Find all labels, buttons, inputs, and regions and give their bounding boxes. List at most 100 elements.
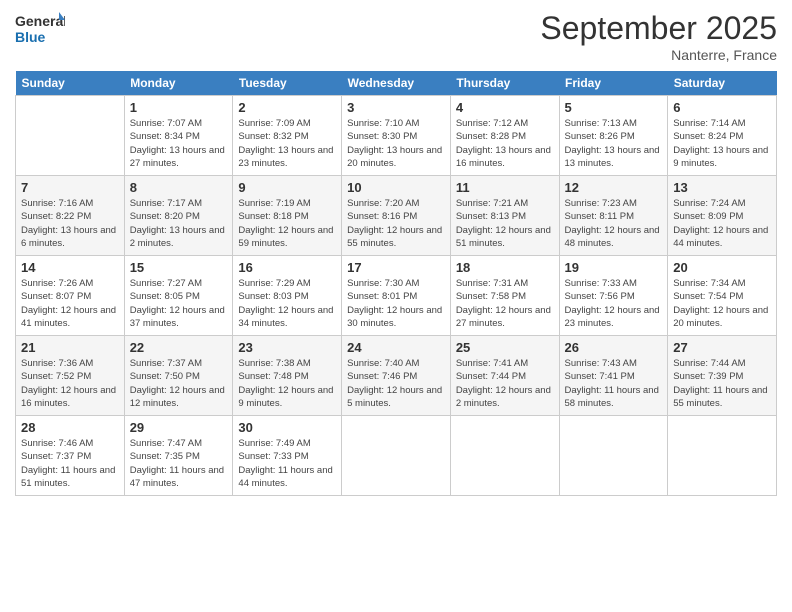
calendar-cell: 5 Sunrise: 7:13 AM Sunset: 8:26 PM Dayli… [559,96,668,176]
day-header-wednesday: Wednesday [342,71,451,96]
cell-info: Sunrise: 7:33 AM Sunset: 7:56 PM Dayligh… [565,277,663,330]
header-row: SundayMondayTuesdayWednesdayThursdayFrid… [16,71,777,96]
date-number: 14 [21,260,119,275]
calendar-cell: 19 Sunrise: 7:33 AM Sunset: 7:56 PM Dayl… [559,256,668,336]
title-block: September 2025 Nanterre, France [540,10,777,63]
calendar-cell: 24 Sunrise: 7:40 AM Sunset: 7:46 PM Dayl… [342,336,451,416]
date-number: 9 [238,180,336,195]
date-number: 25 [456,340,554,355]
calendar-cell: 23 Sunrise: 7:38 AM Sunset: 7:48 PM Dayl… [233,336,342,416]
day-header-tuesday: Tuesday [233,71,342,96]
calendar-cell: 11 Sunrise: 7:21 AM Sunset: 8:13 PM Dayl… [450,176,559,256]
calendar-cell: 26 Sunrise: 7:43 AM Sunset: 7:41 PM Dayl… [559,336,668,416]
day-header-sunday: Sunday [16,71,125,96]
calendar-cell: 6 Sunrise: 7:14 AM Sunset: 8:24 PM Dayli… [668,96,777,176]
calendar-cell: 12 Sunrise: 7:23 AM Sunset: 8:11 PM Dayl… [559,176,668,256]
date-number: 23 [238,340,336,355]
calendar-cell: 30 Sunrise: 7:49 AM Sunset: 7:33 PM Dayl… [233,416,342,496]
main-title: September 2025 [540,10,777,47]
calendar-cell: 9 Sunrise: 7:19 AM Sunset: 8:18 PM Dayli… [233,176,342,256]
day-header-saturday: Saturday [668,71,777,96]
calendar-cell [559,416,668,496]
cell-info: Sunrise: 7:21 AM Sunset: 8:13 PM Dayligh… [456,197,554,250]
calendar-cell [16,96,125,176]
cell-info: Sunrise: 7:47 AM Sunset: 7:35 PM Dayligh… [130,437,228,490]
calendar-cell: 15 Sunrise: 7:27 AM Sunset: 8:05 PM Dayl… [124,256,233,336]
date-number: 5 [565,100,663,115]
cell-info: Sunrise: 7:24 AM Sunset: 8:09 PM Dayligh… [673,197,771,250]
cell-info: Sunrise: 7:43 AM Sunset: 7:41 PM Dayligh… [565,357,663,410]
calendar-cell: 13 Sunrise: 7:24 AM Sunset: 8:09 PM Dayl… [668,176,777,256]
date-number: 30 [238,420,336,435]
calendar-cell: 14 Sunrise: 7:26 AM Sunset: 8:07 PM Dayl… [16,256,125,336]
calendar-cell [668,416,777,496]
calendar-cell: 4 Sunrise: 7:12 AM Sunset: 8:28 PM Dayli… [450,96,559,176]
header: General Blue September 2025 Nanterre, Fr… [15,10,777,63]
calendar-cell: 28 Sunrise: 7:46 AM Sunset: 7:37 PM Dayl… [16,416,125,496]
subtitle: Nanterre, France [540,47,777,63]
cell-info: Sunrise: 7:38 AM Sunset: 7:48 PM Dayligh… [238,357,336,410]
week-row-2: 7 Sunrise: 7:16 AM Sunset: 8:22 PM Dayli… [16,176,777,256]
date-number: 21 [21,340,119,355]
svg-text:Blue: Blue [15,29,46,45]
date-number: 29 [130,420,228,435]
date-number: 22 [130,340,228,355]
cell-info: Sunrise: 7:19 AM Sunset: 8:18 PM Dayligh… [238,197,336,250]
cell-info: Sunrise: 7:17 AM Sunset: 8:20 PM Dayligh… [130,197,228,250]
calendar-cell: 27 Sunrise: 7:44 AM Sunset: 7:39 PM Dayl… [668,336,777,416]
calendar-cell: 2 Sunrise: 7:09 AM Sunset: 8:32 PM Dayli… [233,96,342,176]
date-number: 4 [456,100,554,115]
date-number: 10 [347,180,445,195]
week-row-3: 14 Sunrise: 7:26 AM Sunset: 8:07 PM Dayl… [16,256,777,336]
date-number: 2 [238,100,336,115]
date-number: 11 [456,180,554,195]
date-number: 19 [565,260,663,275]
day-header-monday: Monday [124,71,233,96]
calendar-cell: 17 Sunrise: 7:30 AM Sunset: 8:01 PM Dayl… [342,256,451,336]
calendar-cell: 22 Sunrise: 7:37 AM Sunset: 7:50 PM Dayl… [124,336,233,416]
cell-info: Sunrise: 7:13 AM Sunset: 8:26 PM Dayligh… [565,117,663,170]
week-row-4: 21 Sunrise: 7:36 AM Sunset: 7:52 PM Dayl… [16,336,777,416]
cell-info: Sunrise: 7:26 AM Sunset: 8:07 PM Dayligh… [21,277,119,330]
calendar-cell: 18 Sunrise: 7:31 AM Sunset: 7:58 PM Dayl… [450,256,559,336]
calendar-cell [450,416,559,496]
date-number: 1 [130,100,228,115]
date-number: 17 [347,260,445,275]
calendar-cell: 21 Sunrise: 7:36 AM Sunset: 7:52 PM Dayl… [16,336,125,416]
cell-info: Sunrise: 7:14 AM Sunset: 8:24 PM Dayligh… [673,117,771,170]
cell-info: Sunrise: 7:23 AM Sunset: 8:11 PM Dayligh… [565,197,663,250]
week-row-1: 1 Sunrise: 7:07 AM Sunset: 8:34 PM Dayli… [16,96,777,176]
calendar-cell: 25 Sunrise: 7:41 AM Sunset: 7:44 PM Dayl… [450,336,559,416]
calendar-table: SundayMondayTuesdayWednesdayThursdayFrid… [15,71,777,496]
date-number: 20 [673,260,771,275]
cell-info: Sunrise: 7:20 AM Sunset: 8:16 PM Dayligh… [347,197,445,250]
date-number: 7 [21,180,119,195]
date-number: 12 [565,180,663,195]
date-number: 24 [347,340,445,355]
calendar-cell: 3 Sunrise: 7:10 AM Sunset: 8:30 PM Dayli… [342,96,451,176]
date-number: 6 [673,100,771,115]
cell-info: Sunrise: 7:40 AM Sunset: 7:46 PM Dayligh… [347,357,445,410]
cell-info: Sunrise: 7:27 AM Sunset: 8:05 PM Dayligh… [130,277,228,330]
calendar-cell: 1 Sunrise: 7:07 AM Sunset: 8:34 PM Dayli… [124,96,233,176]
logo-svg: General Blue [15,10,65,48]
date-number: 16 [238,260,336,275]
cell-info: Sunrise: 7:12 AM Sunset: 8:28 PM Dayligh… [456,117,554,170]
calendar-cell: 20 Sunrise: 7:34 AM Sunset: 7:54 PM Dayl… [668,256,777,336]
calendar-cell: 16 Sunrise: 7:29 AM Sunset: 8:03 PM Dayl… [233,256,342,336]
date-number: 3 [347,100,445,115]
day-header-thursday: Thursday [450,71,559,96]
cell-info: Sunrise: 7:37 AM Sunset: 7:50 PM Dayligh… [130,357,228,410]
date-number: 27 [673,340,771,355]
date-number: 13 [673,180,771,195]
date-number: 28 [21,420,119,435]
cell-info: Sunrise: 7:16 AM Sunset: 8:22 PM Dayligh… [21,197,119,250]
calendar-cell: 29 Sunrise: 7:47 AM Sunset: 7:35 PM Dayl… [124,416,233,496]
date-number: 15 [130,260,228,275]
cell-info: Sunrise: 7:49 AM Sunset: 7:33 PM Dayligh… [238,437,336,490]
calendar-cell: 10 Sunrise: 7:20 AM Sunset: 8:16 PM Dayl… [342,176,451,256]
cell-info: Sunrise: 7:07 AM Sunset: 8:34 PM Dayligh… [130,117,228,170]
page: General Blue September 2025 Nanterre, Fr… [0,0,792,612]
cell-info: Sunrise: 7:44 AM Sunset: 7:39 PM Dayligh… [673,357,771,410]
logo: General Blue [15,10,65,48]
